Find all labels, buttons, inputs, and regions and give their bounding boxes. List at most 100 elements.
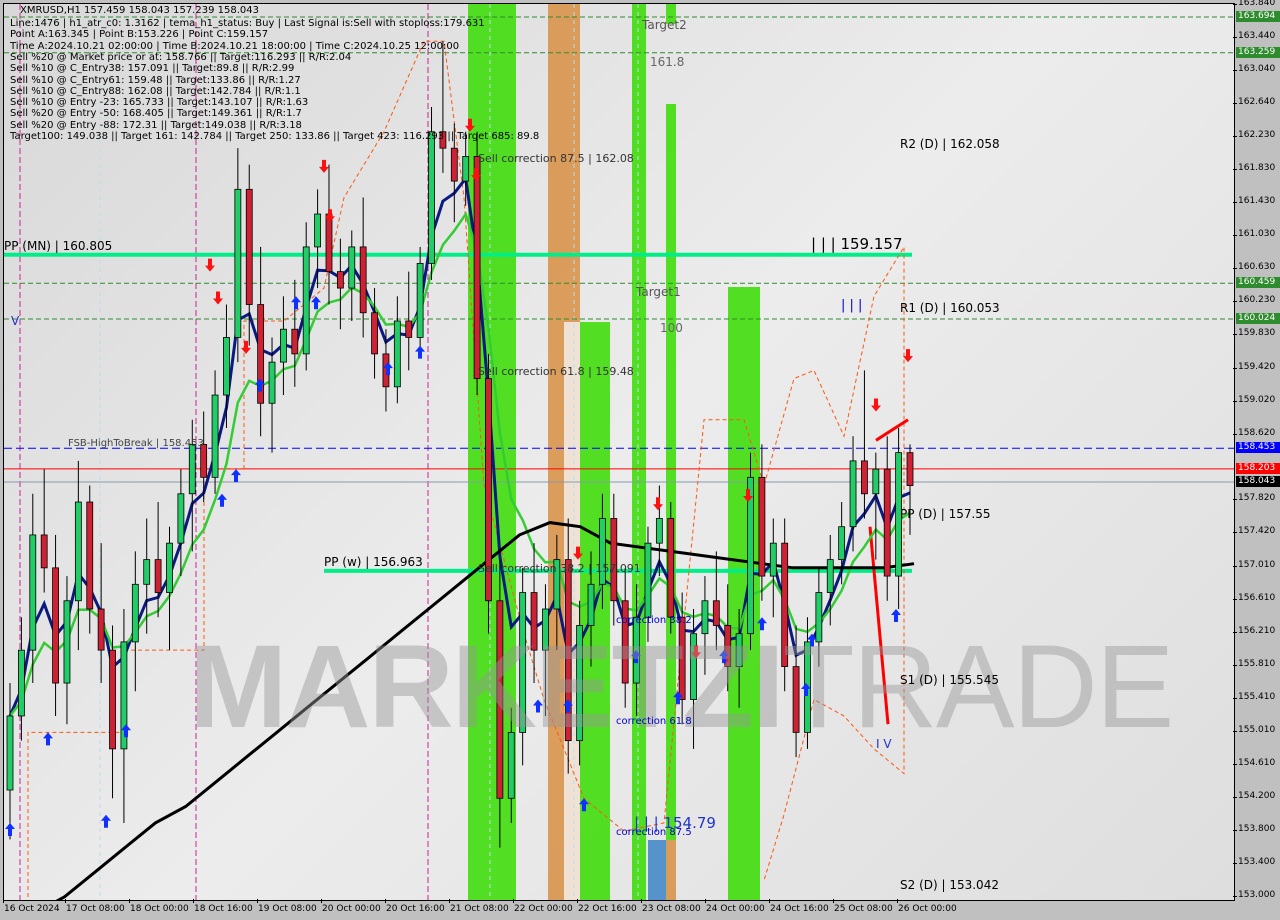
price-tick-label: 163.840 xyxy=(1232,0,1276,8)
fsb-high-label: FSB-HighToBreak | 158.453 xyxy=(68,438,204,449)
info-line: Sell %10 @ C_Entry38: 157.091 || Target:… xyxy=(10,63,295,75)
chart-annotation: 100 xyxy=(660,321,683,335)
price-tick-label: 160.630 xyxy=(1232,262,1276,273)
bear-candle xyxy=(906,452,914,486)
buy-arrow-icon xyxy=(291,296,301,310)
bull-candle xyxy=(826,559,834,593)
buy-arrow-icon xyxy=(415,345,425,359)
bull-candle xyxy=(348,246,356,289)
chart-title: XMRUSD,H1 157.459 158.043 157.239 158.04… xyxy=(20,5,259,16)
bear-candle xyxy=(371,312,378,355)
time-tick-label: 22 Oct 00:00 xyxy=(513,899,573,914)
bear-candle xyxy=(97,608,105,651)
chart-annotation: V xyxy=(11,314,20,328)
price-badge: 160.024 xyxy=(1236,313,1280,324)
bull-candle xyxy=(143,559,151,585)
chart-annotation: I V xyxy=(876,737,892,751)
price-tick-label: 157.820 xyxy=(1232,493,1276,504)
buy-arrow-icon xyxy=(231,469,241,483)
trendline-red xyxy=(875,418,909,442)
sell-arrow-icon xyxy=(319,159,329,173)
bull-candle xyxy=(644,542,652,618)
moving-averages xyxy=(8,174,915,900)
chart-annotation: | | | 159.157 xyxy=(811,235,903,253)
sell-arrow-icon xyxy=(213,291,223,305)
chart-annotation: correction 38.2 xyxy=(616,615,692,626)
time-tick-label: 17 Oct 08:00 xyxy=(65,899,125,914)
time-tick-label: 22 Oct 16:00 xyxy=(577,899,637,914)
pp-monthly-label: PP (MN) | 160.805 xyxy=(4,239,113,253)
bull-candle xyxy=(314,213,321,248)
sell-arrow-icon xyxy=(205,258,215,272)
price-tick-label: 155.410 xyxy=(1232,691,1276,702)
info-line: Target100: 149.038 || Target 161: 142.78… xyxy=(10,131,540,142)
price-tick-label: 153.400 xyxy=(1232,857,1276,868)
chart-annotation: Sell correction 38.2 | 157.091 xyxy=(478,562,641,575)
chart-annotation: Sell correction 87.5 | 162.08 xyxy=(478,152,634,165)
bull-candle xyxy=(462,156,470,182)
bear-candle xyxy=(245,188,253,305)
chart-plot-area[interactable]: MARKETZITRADE XMRUSD,H1 157.459 158.043 … xyxy=(3,3,1235,901)
price-axis[interactable]: 163.840 163.440 163.040 162.640 162.230 161.8… xyxy=(1232,0,1280,920)
price-tick-label: 154.200 xyxy=(1232,791,1276,802)
bull-candle xyxy=(17,649,25,717)
price-tick-label: 163.440 xyxy=(1232,30,1276,41)
price-tick-label: 157.420 xyxy=(1232,526,1276,537)
chart-annotation: Sell correction 61.8 | 159.48 xyxy=(478,365,634,378)
bull-candle xyxy=(63,600,71,684)
price-badge: 163.694 xyxy=(1236,11,1280,22)
time-tick-label: 23 Oct 08:00 xyxy=(641,899,701,914)
chart-annotation: | | | xyxy=(841,298,863,313)
bull-candle xyxy=(428,131,435,264)
chart-annotation: Target2 xyxy=(642,18,687,32)
price-badge: 160.459 xyxy=(1236,277,1280,289)
time-tick-label: 25 Oct 08:00 xyxy=(833,899,893,914)
price-tick-label: 153.000 xyxy=(1232,890,1276,900)
time-tick-label: 20 Oct 16:00 xyxy=(385,899,445,914)
time-tick-label: 18 Oct 00:00 xyxy=(129,899,189,914)
bear-candle xyxy=(758,476,766,577)
price-tick-label: 163.040 xyxy=(1232,63,1276,74)
time-tick-label: 16 Oct 2024 xyxy=(3,899,60,914)
pivot-label: R2 (D) | 162.058 xyxy=(900,137,1000,151)
bull-candle xyxy=(838,526,846,561)
bull-candle xyxy=(302,246,310,355)
bull-candle xyxy=(234,188,242,338)
price-tick-label: 154.610 xyxy=(1232,757,1276,768)
buy-arrow-icon xyxy=(311,296,321,310)
price-tick-label: 158.620 xyxy=(1232,427,1276,438)
bear-candle xyxy=(861,460,868,495)
time-tick-label: 26 Oct 00:00 xyxy=(897,899,957,914)
bear-candle xyxy=(450,147,458,182)
price-tick-label: 156.610 xyxy=(1232,592,1276,603)
price-tick-label: 162.640 xyxy=(1232,96,1276,107)
pivot-label: S2 (D) | 153.042 xyxy=(900,878,999,892)
bear-candle xyxy=(154,559,162,593)
bull-candle xyxy=(280,328,287,363)
time-tick-label: 20 Oct 00:00 xyxy=(321,899,381,914)
info-line: Sell %10 @ C_Entry88: 162.08 || Target:1… xyxy=(10,85,301,97)
time-axis[interactable]: 16 Oct 2024 17 Oct 08:00 18 Oct 00:00 18 Oc… xyxy=(0,899,1234,920)
info-line: Sell %20 @ Entry -50: 168.405 || Target:… xyxy=(10,108,302,120)
bear-candle xyxy=(405,320,413,338)
bull-candle xyxy=(655,518,663,544)
bull-candle xyxy=(131,583,139,643)
bear-candle xyxy=(610,518,618,602)
time-tick-label: 21 Oct 08:00 xyxy=(449,899,509,914)
price-tick-label: 160.230 xyxy=(1232,295,1276,306)
bear-candle xyxy=(336,271,344,289)
price-tick-label: 159.830 xyxy=(1232,327,1276,338)
sell-arrow-icon xyxy=(653,497,663,511)
bull-candle xyxy=(211,394,219,478)
bull-candle xyxy=(177,493,185,544)
sell-arrow-icon xyxy=(871,398,881,412)
time-tick-label: 19 Oct 08:00 xyxy=(257,899,317,914)
chart-annotation: 161.8 xyxy=(650,55,685,69)
bear-candle xyxy=(325,213,333,273)
bull-candle xyxy=(769,542,777,577)
bear-candle xyxy=(109,649,116,750)
price-tick-label: 155.810 xyxy=(1232,658,1276,669)
watermark-bold: MARKETZI xyxy=(189,621,785,753)
price-badge: 158.453 xyxy=(1236,442,1280,454)
price-tick-label: 162.230 xyxy=(1232,130,1276,141)
